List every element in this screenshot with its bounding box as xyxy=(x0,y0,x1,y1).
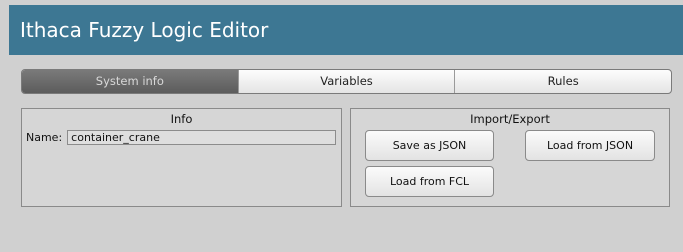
name-label: Name: xyxy=(26,131,63,144)
tab-system-info[interactable]: System info xyxy=(22,70,238,93)
tab-variables[interactable]: Variables xyxy=(237,70,455,93)
tab-bar: System info Variables Rules xyxy=(21,69,672,94)
load-from-fcl-button[interactable]: Load from FCL xyxy=(365,166,494,197)
name-row: Name: xyxy=(26,130,337,145)
app-title: Ithaca Fuzzy Logic Editor xyxy=(20,18,269,42)
app-title-bar: Ithaca Fuzzy Logic Editor xyxy=(9,5,683,55)
save-as-json-button[interactable]: Save as JSON xyxy=(365,130,494,161)
tab-rules[interactable]: Rules xyxy=(454,70,671,93)
load-from-json-button[interactable]: Load from JSON xyxy=(525,130,655,161)
info-panel-title: Info xyxy=(170,112,193,126)
import-export-title: Import/Export xyxy=(470,112,550,126)
import-export-panel: Import/Export Save as JSON Load from JSO… xyxy=(350,108,670,207)
info-panel: Info Name: xyxy=(21,108,342,207)
name-field[interactable] xyxy=(67,130,337,145)
